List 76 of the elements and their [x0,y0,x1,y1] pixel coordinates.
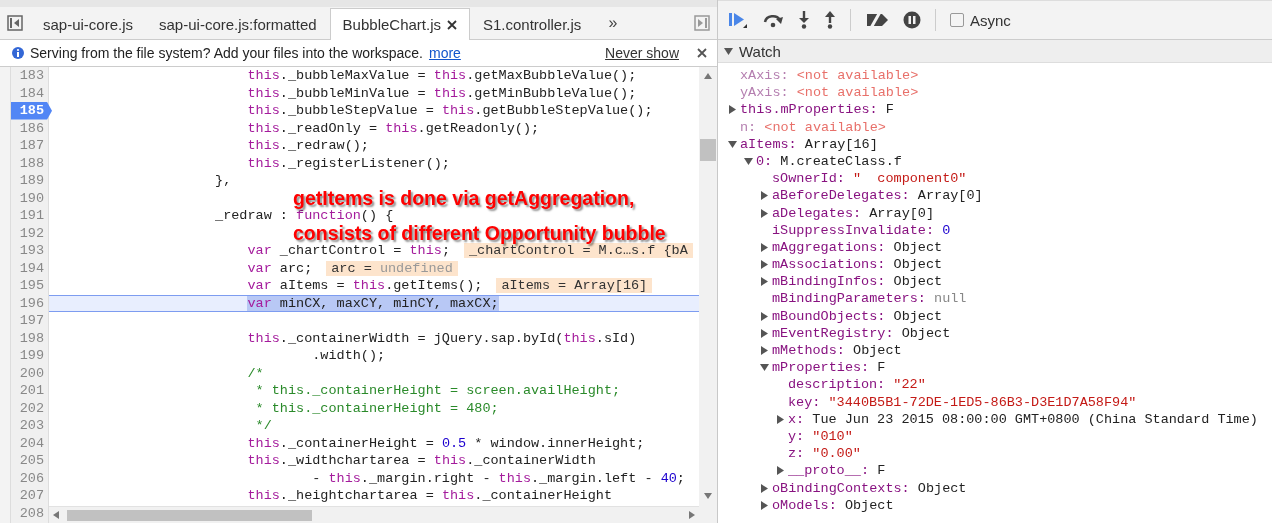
step-out-icon[interactable] [824,11,836,29]
close-icon[interactable] [697,48,707,58]
watch-entry[interactable]: aItems: Array[16] [718,135,1272,153]
code-line: * this._containerHeight = 480; [254,399,500,417]
watch-entry[interactable]: oModels: Object [718,496,1272,514]
step-into-icon[interactable] [798,11,810,29]
watch-entry[interactable]: mBoundObjects: Object [718,307,1272,325]
editor-tab[interactable]: S1.controller.js [470,8,595,40]
code-line: .width(); [311,347,387,365]
watch-entry[interactable]: mAssociations: Object [718,256,1272,274]
watch-entry[interactable]: key: "3440B5B1-72DE-1ED5-86B3-D3E1D7A58F94" [718,393,1272,411]
watch-entry[interactable]: iSuppressInvalidate: 0 [718,221,1272,239]
async-checkbox[interactable]: Async [950,11,1011,29]
code-line: this._heightchartarea = this._containerHeight [246,487,613,505]
more-link[interactable]: more [428,45,461,61]
code-line: var aItems = this.getItems(); aItems = Array[16] [49,277,699,295]
watch-entry[interactable]: __proto__: F [718,462,1272,480]
code-line: - this._margin.right - this._margin.left - 40; [311,469,686,487]
watch-entry[interactable]: x: Tue Jun 23 2015 08:00:00 GMT+0800 (China Standard Time) [718,410,1272,428]
watch-entry[interactable]: aBeforeDelegates: Array[0] [718,187,1272,205]
vertical-scrollbar[interactable] [699,67,717,523]
resume-icon[interactable] [728,11,748,29]
watch-entry[interactable]: 0: M.createClass.f [718,152,1272,171]
annotation-text: consists of different Opportunity bubble [293,224,666,242]
annotation-text: getItems is done via getAggregation, [293,189,636,207]
watch-entry[interactable]: oBindingContexts: Object [718,479,1272,497]
code-line: }, [214,172,233,190]
never-show-link[interactable]: Never show [605,45,679,61]
scrollbar-thumb[interactable] [700,139,716,161]
pause-icon[interactable] [903,11,921,29]
editor-tab[interactable]: BubbleChart.js [329,8,470,40]
watch-section-header[interactable]: Watch [718,40,1272,63]
code-line: this._containerHeight = 0.5 * window.innerHeight; [246,434,646,452]
code-line: this._bubbleMaxValue = this.getMaxBubbleValue(); [246,67,638,85]
code-line: this._redraw(); [246,137,370,155]
code-line: this._readOnly = this.getReadonly(); [246,119,541,137]
watch-entry[interactable]: mEventRegistry: Object [718,324,1272,342]
code-line: this._widthchartarea = this._containerWidth [246,452,597,470]
code-line: * this._containerHeight = screen.availHeight; [254,382,622,400]
watch-entry[interactable]: mBindingInfos: Object [718,273,1272,291]
watch-entry[interactable]: y: "010" [718,427,1272,446]
editor-tab[interactable]: sap-ui-core.js:formatted [146,8,330,40]
watch-entry[interactable]: z: "0.00" [718,445,1272,463]
watch-entry[interactable]: mAggregations: Object [718,238,1272,257]
code-line: this._bubbleMinValue = this.getMinBubbleValue(); [246,84,638,102]
scroll-right-arrow-icon[interactable] [689,511,695,519]
code-line: _redraw : function() { [214,208,395,225]
scrollbar-thumb[interactable] [67,509,312,521]
expanded-arrow-icon[interactable] [724,46,733,56]
step-over-icon[interactable] [762,12,784,28]
expanded-arrow-icon[interactable] [760,363,769,373]
collapsed-arrow-icon[interactable] [728,105,737,115]
code-line: this._bubbleStepValue = this.getBubbleStepValue(); [246,102,654,120]
editor-tab[interactable]: sap-ui-core.js [30,8,147,40]
close-icon[interactable] [447,19,457,30]
info-icon [12,47,24,59]
scroll-left-arrow-icon[interactable] [53,511,59,519]
deactivate-breakpoints-icon[interactable] [865,12,889,28]
code-line: this._registerListener(); [246,154,451,172]
infobar-message: Serving from the file system? Add your files into the workspace. [30,45,423,61]
horizontal-scrollbar[interactable] [49,506,699,523]
watch-entry[interactable]: mMethods: Object [718,342,1272,360]
watch-entry[interactable]: sOwnerId: " component0" [718,170,1272,188]
code-line: var arc; arc = undefined [49,259,699,277]
watch-entry[interactable]: this.mProperties: F [718,101,1272,119]
code-line: */ [254,417,273,435]
scroll-up-arrow-icon[interactable] [704,73,712,79]
watch-entry[interactable]: aDelegates: Array[0] [718,204,1272,222]
watch-entry[interactable]: description: "22" [718,376,1272,394]
collapsed-arrow-icon[interactable] [776,414,785,424]
watch-entry[interactable]: mProperties: F [718,359,1272,377]
code-line: this._containerWidth = jQuery.sap.byId(this.sId) [246,329,638,347]
scroll-down-arrow-icon[interactable] [704,493,712,499]
code-line: /* [246,364,265,382]
watch-entry[interactable]: mBindingParameters: null [718,290,1272,308]
more-tabs-button[interactable]: » [594,7,632,39]
